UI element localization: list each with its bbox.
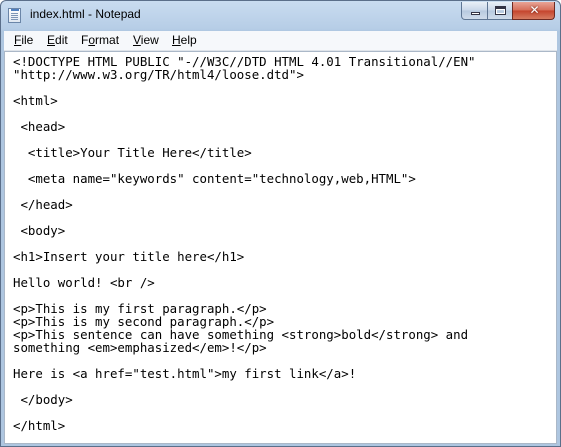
editor-line: </body> bbox=[13, 392, 73, 407]
editor-line: <meta name="keywords" content="technolog… bbox=[13, 171, 416, 186]
notepad-icon bbox=[8, 8, 21, 23]
menu-view-accel: V bbox=[133, 33, 141, 47]
menu-edit-accel: E bbox=[47, 33, 56, 47]
menu-file-label: ile bbox=[21, 33, 34, 47]
window-title: index.html - Notepad bbox=[30, 7, 141, 21]
menu-edit-label: dit bbox=[55, 33, 68, 47]
menu-view[interactable]: View bbox=[133, 33, 159, 47]
editor-line: <title>Your Title Here</title> bbox=[13, 145, 252, 160]
menu-format-label: rmat bbox=[95, 33, 120, 47]
minimize-button[interactable] bbox=[461, 2, 488, 20]
notepad-window: index.html - Notepad ✕ File Edit Format … bbox=[0, 0, 561, 447]
editor-line: something <em>emphasized</em>!</p> bbox=[13, 340, 267, 355]
editor-line: <html> bbox=[13, 93, 58, 108]
menu-view-label: iew bbox=[140, 33, 159, 47]
editor-line: "http://www.w3.org/TR/html4/loose.dtd"> bbox=[13, 67, 304, 82]
editor-line: Hello world! <br /> bbox=[13, 275, 155, 290]
menu-file[interactable]: File bbox=[14, 33, 33, 47]
editor-line: </html> bbox=[13, 418, 66, 433]
editor-line: Here is <a href="test.html">my first lin… bbox=[13, 366, 357, 381]
close-button[interactable]: ✕ bbox=[512, 2, 555, 20]
editor-line: <body> bbox=[13, 223, 66, 238]
menu-format[interactable]: Format bbox=[81, 33, 119, 47]
editor-line: <head> bbox=[13, 119, 66, 134]
title-bar[interactable]: index.html - Notepad ✕ bbox=[1, 1, 560, 31]
close-icon: ✕ bbox=[529, 3, 540, 17]
editor-line: </head> bbox=[13, 197, 73, 212]
minimize-icon bbox=[471, 12, 480, 15]
editor-content[interactable]: <!DOCTYPE HTML PUBLIC "-//W3C//DTD HTML … bbox=[13, 55, 476, 432]
menu-help[interactable]: Help bbox=[172, 33, 197, 47]
text-editor[interactable]: <!DOCTYPE HTML PUBLIC "-//W3C//DTD HTML … bbox=[4, 51, 557, 444]
maximize-icon bbox=[495, 6, 506, 15]
maximize-button[interactable] bbox=[487, 2, 513, 20]
menu-bar: File Edit Format View Help bbox=[4, 31, 557, 51]
editor-line: <h1>Insert your title here</h1> bbox=[13, 249, 245, 264]
menu-help-accel: H bbox=[172, 33, 181, 47]
menu-help-label: elp bbox=[180, 33, 197, 47]
menu-edit[interactable]: Edit bbox=[47, 33, 68, 47]
